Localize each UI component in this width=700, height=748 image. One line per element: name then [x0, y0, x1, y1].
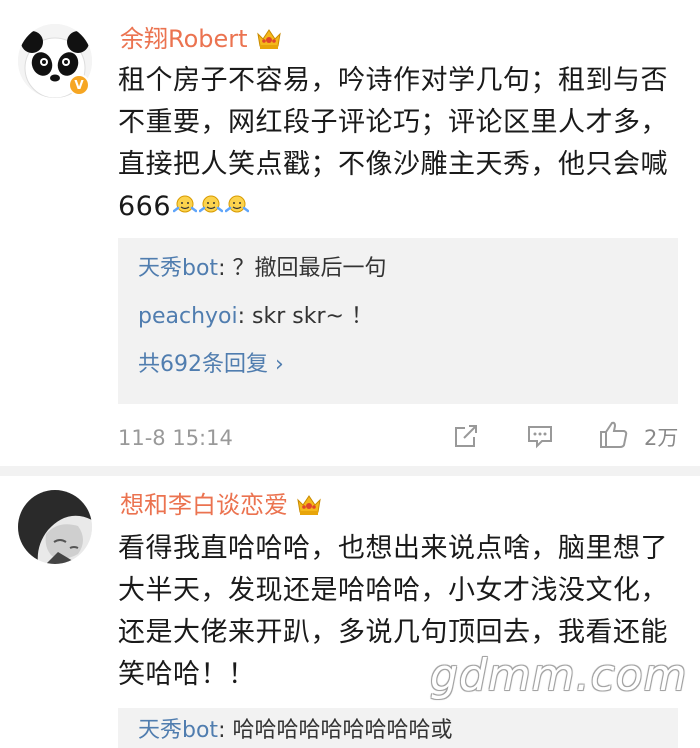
crown-icon	[256, 26, 282, 50]
comment-card: V 余翔Robert 租个房子不容易，吟诗作对学几句；租到与否不重要，网红段子评…	[0, 0, 700, 466]
reply-box[interactable]: 天秀bot: 哈哈哈哈哈哈哈哈哈或	[118, 708, 678, 748]
site-watermark: gdmm.com	[430, 650, 688, 701]
reply-sep: :	[237, 304, 246, 329]
comment-divider	[0, 466, 700, 476]
comment-text: 租个房子不容易，吟诗作对学几句；租到与否不重要，网红段子评论巧；评论区里人才多，…	[118, 60, 683, 228]
reply-text: ？撤回最后一句	[225, 256, 387, 281]
shrug-emoji-icon	[198, 188, 224, 213]
reply-item[interactable]: peachyoi: skr skr~ ！	[138, 302, 373, 332]
girl-avatar[interactable]	[18, 490, 92, 564]
shrug-emoji-icon	[224, 188, 250, 213]
comment-icon[interactable]	[526, 422, 554, 458]
comment-timestamp: 11-8 15:14	[118, 426, 233, 450]
username-text[interactable]: 想和李白谈恋爱	[120, 491, 288, 519]
comment-username[interactable]: 余翔Robert	[120, 24, 282, 54]
reply-author[interactable]: peachyoi	[138, 304, 238, 329]
shrug-emoji-icon	[172, 188, 198, 213]
reply-author[interactable]: 天秀bot	[138, 718, 218, 743]
reply-text: 哈哈哈哈哈哈哈哈哈或	[225, 718, 453, 743]
verified-badge-icon: V	[68, 74, 90, 96]
like-icon[interactable]	[598, 420, 630, 456]
more-replies-link[interactable]: 共692条回复 ›	[138, 350, 284, 380]
share-icon[interactable]	[452, 422, 480, 458]
reply-box[interactable]: 天秀bot: ？撤回最后一句 peachyoi: skr skr~ ！ 共692…	[118, 238, 678, 404]
comment-username[interactable]: 想和李白谈恋爱	[120, 490, 322, 520]
username-text[interactable]: 余翔Robert	[120, 25, 248, 53]
reply-text: skr skr~ ！	[245, 304, 373, 329]
reply-item[interactable]: 天秀bot: ？撤回最后一句	[138, 254, 386, 284]
reply-author[interactable]: 天秀bot	[138, 256, 218, 281]
like-count: 2万	[644, 426, 679, 450]
crown-icon	[296, 492, 322, 516]
reply-item[interactable]: 天秀bot: 哈哈哈哈哈哈哈哈哈或	[138, 716, 452, 746]
